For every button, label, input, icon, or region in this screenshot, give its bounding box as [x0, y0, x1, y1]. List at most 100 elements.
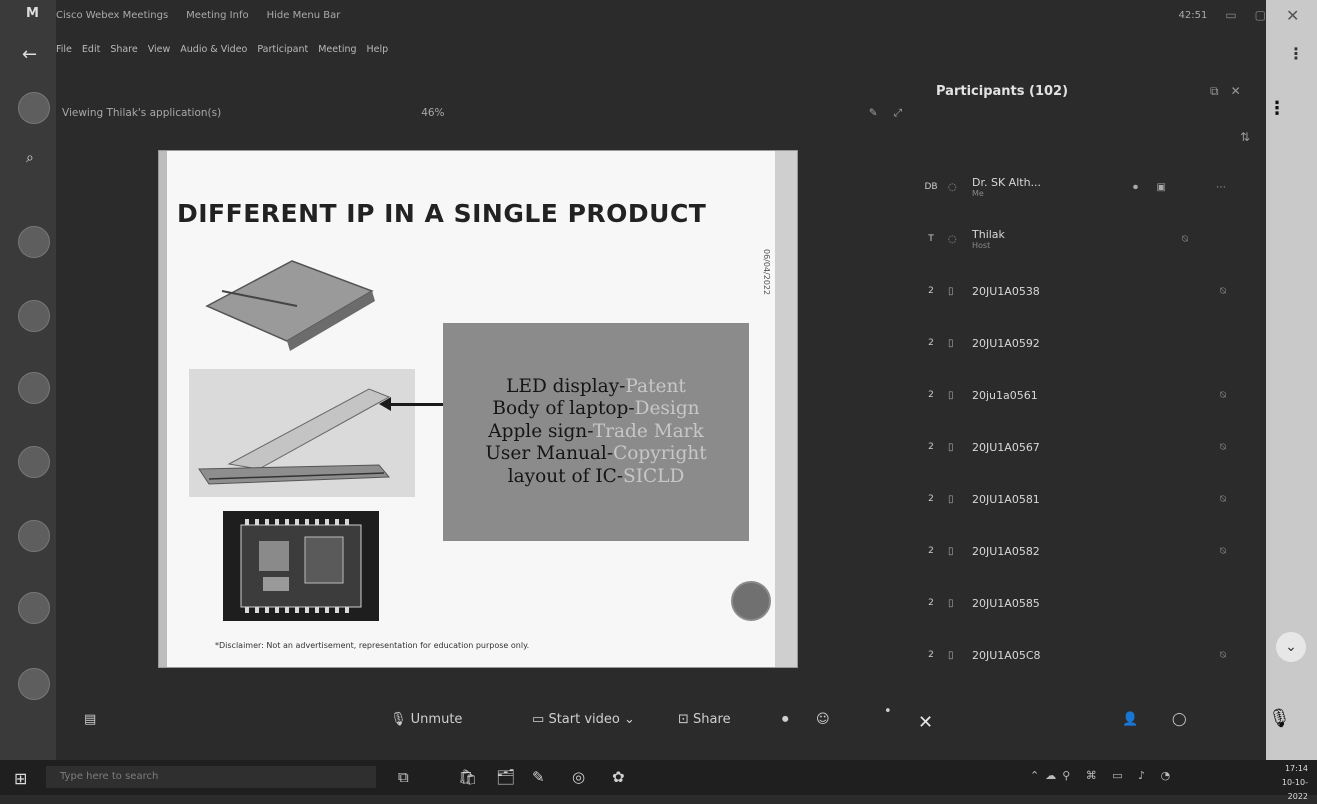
muted-microphone-icon[interactable]: ⍉ [1220, 442, 1226, 453]
participant-avatar: 2 [928, 286, 934, 296]
taskbar-clock[interactable]: 17:14 10-10-2022 [1262, 762, 1308, 804]
participant-name: 20JU1A0538 [972, 284, 1040, 298]
avatar[interactable] [18, 92, 50, 124]
chat-icon[interactable]: ◯ [1172, 712, 1187, 727]
app-icon[interactable]: ✎ [532, 768, 545, 786]
menu-meeting[interactable]: Meeting [318, 44, 356, 55]
muted-microphone-icon[interactable]: ⍉ [1220, 546, 1226, 557]
slide-logo-icon [731, 581, 771, 621]
webex-icon[interactable]: ✿ [612, 768, 625, 786]
participant-row[interactable]: 2 ▯ 20ju1a0561 ⍉ [918, 378, 1258, 412]
shared-slide: 06/04/2022 DIFFERENT IP IN A SINGLE PROD… [158, 150, 798, 668]
phone-icon: ▯ [948, 337, 954, 349]
more-icon[interactable]: ⋯ [1216, 182, 1226, 193]
more-options-icon[interactable]: ⋮ [1288, 44, 1304, 63]
annotate-icon[interactable]: ✎ [869, 107, 878, 120]
meeting-timer: 42:51 [1178, 9, 1208, 21]
more-icon[interactable]: • [884, 704, 892, 719]
muted-microphone-icon[interactable]: ⍉ [1220, 390, 1226, 401]
close-panel-icon[interactable]: ✕ [1231, 84, 1241, 99]
phone-icon: ▯ [948, 493, 954, 505]
participant-row[interactable]: 2 ▯ 20JU1A05C8 ⍉ [918, 638, 1258, 672]
participants-icon[interactable]: 👤 [1122, 712, 1138, 727]
search-icon[interactable]: ⌕ [26, 150, 34, 166]
menu-share[interactable]: Share [110, 44, 137, 55]
menu-audio-video[interactable]: Audio & Video [180, 44, 247, 55]
menu-file[interactable]: File [56, 44, 72, 55]
computer-icon: ◌ [948, 181, 957, 193]
maximize-icon[interactable]: ▢ [1255, 8, 1266, 22]
participant-row[interactable]: T ◌ Thilak Host ⍉ [918, 222, 1258, 256]
panel-more-icon[interactable]: ⋮ [1268, 98, 1286, 119]
ip-item: Apple sign-Trade Mark [488, 420, 704, 442]
menu-participant[interactable]: Participant [257, 44, 308, 55]
share-screen-icon: ⊡ [678, 712, 689, 727]
start-video-button[interactable]: ▭ Start video ⌄ [532, 712, 635, 727]
arrow-line [387, 403, 443, 406]
task-view-icon[interactable]: ⧉ [398, 768, 409, 786]
participant-row[interactable]: 2 ▯ 20JU1A0592 [918, 326, 1258, 360]
unmute-button[interactable]: 🎙 Unmute [390, 712, 462, 727]
menu-edit[interactable]: Edit [82, 44, 100, 55]
chrome-icon[interactable]: ◎ [572, 768, 585, 786]
avatar[interactable] [18, 592, 50, 624]
muted-microphone-icon[interactable]: ⍉ [1220, 494, 1226, 505]
system-tray-icons[interactable]: ⌃☁⚲ ⌘ ▭ ♪ ◔ [1030, 769, 1176, 782]
muted-microphone-icon[interactable]: ⍉ [1182, 234, 1188, 245]
menu-view[interactable]: View [148, 44, 171, 55]
record-icon[interactable]: ⏺ [782, 712, 789, 727]
menu-bar: File Edit Share View Audio & Video Parti… [56, 44, 388, 55]
menu-help[interactable]: Help [367, 44, 389, 55]
phone-icon: ▯ [948, 285, 954, 297]
participant-row[interactable]: 2 ▯ 20JU1A0585 [918, 586, 1258, 620]
minimize-icon[interactable]: ▭ [1225, 8, 1236, 22]
participant-avatar: T [928, 234, 934, 244]
chevron-down-icon[interactable]: ⌄ [1276, 632, 1306, 662]
participant-name: 20JU1A0592 [972, 336, 1040, 350]
muted-microphone-icon[interactable]: ⍉ [1220, 650, 1226, 661]
close-icon[interactable]: ✕ [1286, 6, 1299, 25]
sharing-bar: Viewing Thilak's application(s) 46% ✎ ⤢ [62, 102, 902, 124]
back-arrow-icon[interactable]: ← [22, 44, 37, 65]
participant-name: 20ju1a0561 [972, 388, 1038, 402]
windows-start-icon[interactable]: ⊞ [14, 769, 27, 788]
avatar[interactable] [18, 300, 50, 332]
hide-menu-bar-button[interactable]: Hide Menu Bar [267, 10, 341, 21]
microphone-icon[interactable]: 🎙 [1268, 708, 1291, 729]
participant-row[interactable]: 2 ▯ 20JU1A0582 ⍉ [918, 534, 1258, 568]
participant-avatar: 2 [928, 390, 934, 400]
avatar[interactable] [18, 520, 50, 552]
muted-microphone-icon[interactable]: ⍉ [1220, 286, 1226, 297]
end-meeting-icon[interactable]: ✕ [918, 712, 933, 733]
avatar[interactable] [18, 372, 50, 404]
fullscreen-icon[interactable]: ⤢ [894, 107, 902, 120]
captions-icon[interactable]: ▤ [84, 712, 96, 727]
meeting-info-button[interactable]: Meeting Info [186, 10, 248, 21]
avatar[interactable] [18, 668, 50, 700]
participant-row[interactable]: 2 ▯ 20JU1A0581 ⍉ [918, 482, 1258, 516]
participant-name: 20JU1A0581 [972, 492, 1040, 506]
participant-row[interactable]: DB ◌ Dr. SK Alth... Me ⏺ ▣ ⋯ [918, 170, 1258, 204]
taskbar-search-input[interactable]: Type here to search [46, 766, 376, 788]
share-button[interactable]: ⊡ Share [678, 712, 731, 727]
avatar[interactable] [18, 446, 50, 478]
popout-icon[interactable]: ⧉ [1210, 84, 1219, 99]
participant-row[interactable]: 2 ▯ 20JU1A0538 ⍉ [918, 274, 1258, 308]
store-icon[interactable]: 🛍 [458, 768, 477, 786]
participant-row[interactable]: 2 ▯ 20JU1A0567 ⍉ [918, 430, 1258, 464]
microphone-icon: 🎙 [390, 712, 407, 727]
ip-item: LED display-Patent [506, 375, 686, 397]
phone-icon: ▯ [948, 389, 954, 401]
video-icon[interactable]: ▣ [1157, 182, 1166, 193]
phone-icon: ▯ [948, 649, 954, 661]
microphone-icon[interactable]: ⏺ [1133, 182, 1138, 193]
reactions-icon[interactable]: ☺ [816, 712, 830, 727]
clock-time: 17:14 [1284, 764, 1308, 773]
webex-title-bar: Cisco Webex Meetings Meeting Info Hide M… [56, 0, 1266, 30]
sort-icon[interactable]: ⇅ [1240, 130, 1250, 144]
avatar[interactable] [18, 226, 50, 258]
phone-icon: ▯ [948, 597, 954, 609]
file-explorer-icon[interactable]: 🗂 [496, 768, 515, 786]
profile-letter[interactable]: M [26, 6, 39, 21]
zoom-level[interactable]: 46% [421, 107, 444, 119]
